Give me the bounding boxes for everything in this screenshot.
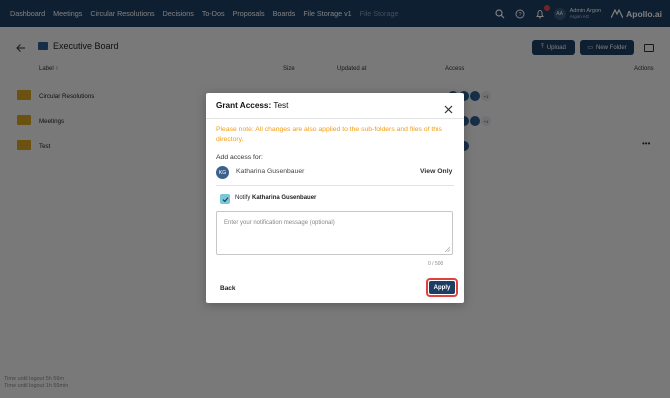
check-icon: [222, 196, 228, 202]
add-access-label: Add access for:: [216, 154, 263, 161]
dialog-title: Grant Access: Test: [216, 101, 288, 110]
divider: [216, 185, 454, 186]
warning-note: Please note: All changes are also applie…: [216, 126, 442, 143]
grant-access-dialog: Grant Access: Test Please note: All chan…: [206, 93, 464, 303]
notify-label[interactable]: Notify Katharina Gusenbauer: [235, 195, 316, 201]
user-name: Katharina Gusenbauer: [236, 168, 305, 175]
apply-button[interactable]: Apply: [429, 281, 455, 294]
notify-checkbox[interactable]: [220, 194, 230, 204]
divider: [206, 118, 464, 119]
back-button[interactable]: Back: [220, 285, 236, 292]
permission-select[interactable]: View Only: [420, 168, 452, 175]
character-counter: 0 / 500: [428, 261, 444, 267]
close-icon[interactable]: [444, 101, 453, 114]
dialog-title-name: Test: [273, 101, 289, 110]
dialog-title-prefix: Grant Access:: [216, 101, 272, 110]
resize-handle-icon[interactable]: [445, 247, 450, 252]
user-avatar: KG: [216, 166, 229, 179]
notification-message-input[interactable]: Enter your notification message (optiona…: [216, 211, 453, 255]
notify-name: Katharina Gusenbauer: [252, 195, 317, 201]
notify-prefix: Notify: [235, 195, 251, 201]
message-placeholder: Enter your notification message (optiona…: [224, 220, 335, 226]
